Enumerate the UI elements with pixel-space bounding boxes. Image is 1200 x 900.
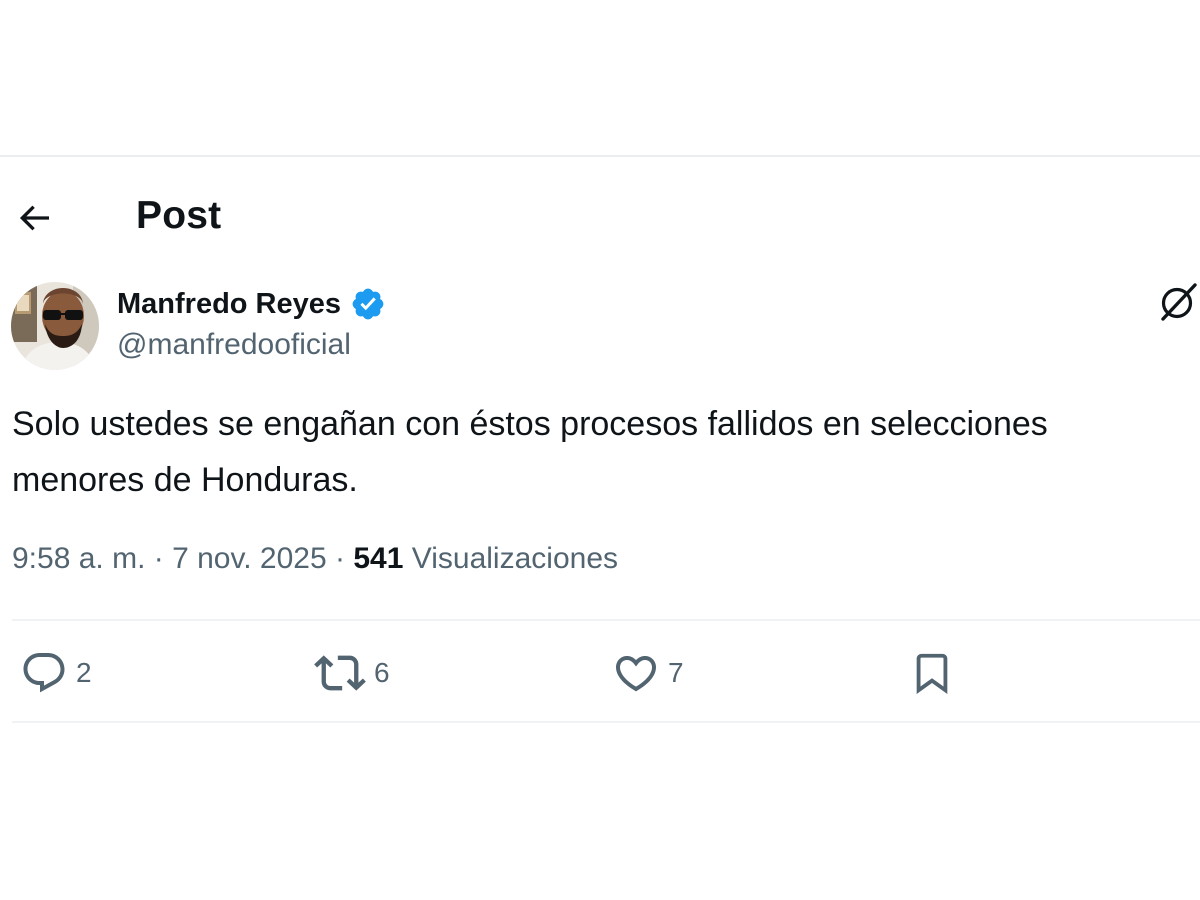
name-row: Manfredo Reyes (117, 284, 386, 324)
meta-separator: · (153, 542, 164, 575)
post-date[interactable]: 7 nov. 2025 (172, 542, 327, 575)
verified-badge-icon[interactable] (350, 286, 386, 322)
post-text-line: Solo ustedes se engañan con éstos proces… (12, 405, 1048, 443)
post-time[interactable]: 9:58 a. m. (12, 542, 145, 575)
heart-icon (615, 656, 657, 692)
repost-count: 6 (374, 657, 390, 688)
post-header: Post (0, 190, 1200, 244)
top-divider (0, 155, 1200, 157)
reply-count: 2 (76, 657, 92, 688)
avatar[interactable] (11, 282, 99, 370)
like-button[interactable]: 7 (612, 645, 684, 701)
divider (12, 619, 1200, 621)
post-actions: 2 6 7 (0, 645, 1200, 705)
post-author: Manfredo Reyes @manfredooficial (0, 280, 1200, 375)
like-count: 7 (668, 657, 684, 688)
divider (12, 721, 1200, 723)
reply-icon (23, 653, 65, 693)
post-text-line: menores de Honduras. (12, 461, 358, 499)
post-text: Solo ustedes se engañan con éstos proces… (12, 396, 1192, 508)
post-meta: 9:58 a. m. · 7 nov. 2025 · 541 Visualiza… (12, 542, 618, 576)
repost-icon (314, 655, 366, 691)
author-handle[interactable]: @manfredooficial (117, 328, 351, 362)
repost-button[interactable]: 6 (314, 645, 390, 701)
grok-icon[interactable] (1157, 281, 1199, 323)
back-button[interactable] (14, 198, 54, 238)
views-label: Visualizaciones (411, 542, 619, 575)
page-title: Post (136, 194, 222, 237)
bookmark-icon (916, 653, 948, 694)
author-display-name[interactable]: Manfredo Reyes (117, 288, 341, 321)
views-count: 541 (353, 542, 404, 575)
meta-separator: · (335, 542, 346, 575)
arrow-left-icon (19, 205, 49, 231)
bookmark-button[interactable] (909, 645, 955, 701)
reply-button[interactable]: 2 (20, 645, 92, 701)
